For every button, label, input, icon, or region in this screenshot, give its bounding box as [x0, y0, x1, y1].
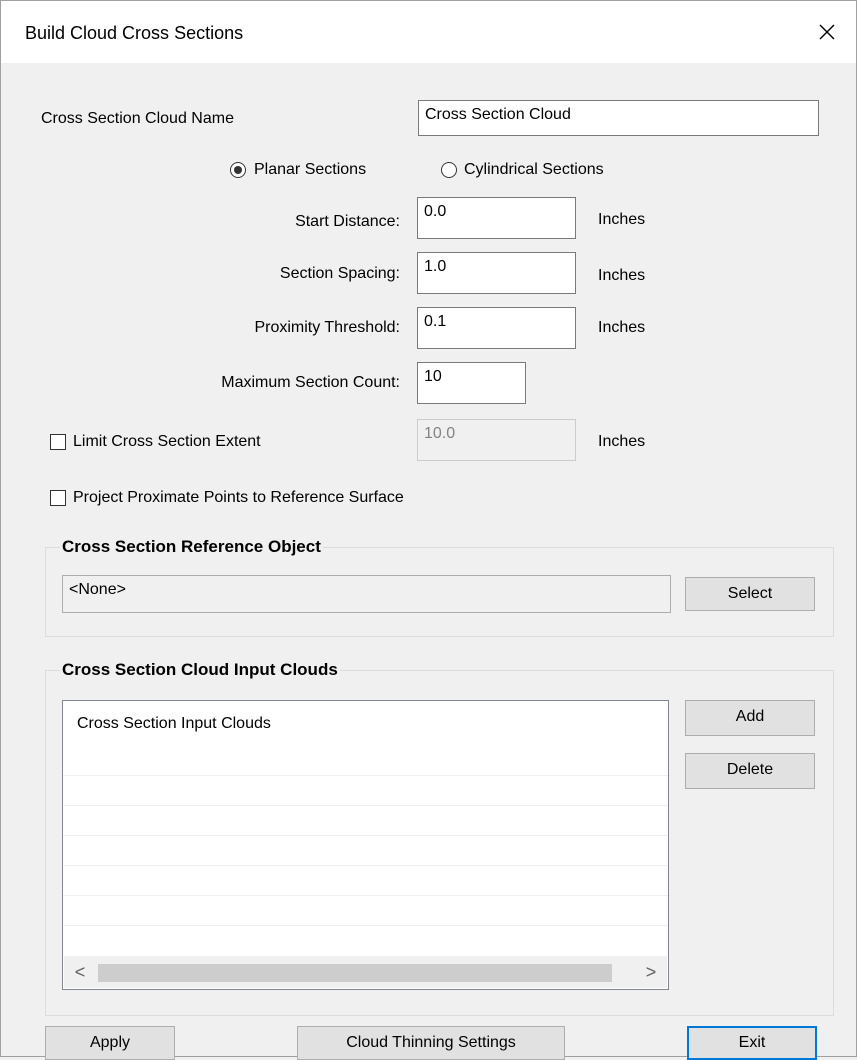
cloud-thinning-settings-button[interactable]: Cloud Thinning Settings — [297, 1026, 565, 1060]
project-points-label[interactable]: Project Proximate Points to Reference Su… — [73, 489, 404, 507]
exit-button[interactable]: Exit — [687, 1026, 817, 1060]
list-row — [63, 805, 668, 806]
delete-button[interactable]: Delete — [685, 753, 815, 789]
apply-button[interactable]: Apply — [45, 1026, 175, 1060]
cylindrical-sections-label[interactable]: Cylindrical Sections — [464, 161, 604, 179]
select-button[interactable]: Select — [685, 577, 815, 611]
list-row — [63, 775, 668, 776]
proximity-threshold-label: Proximity Threshold: — [254, 319, 400, 336]
start-distance-input[interactable]: 0.0 — [417, 197, 576, 239]
reference-object-field: <None> — [62, 575, 671, 613]
cylindrical-sections-radio[interactable] — [441, 162, 457, 178]
horizontal-scrollbar[interactable]: < > — [64, 956, 667, 988]
title-bar: Build Cloud Cross Sections — [1, 1, 856, 63]
window-title: Build Cloud Cross Sections — [25, 23, 244, 43]
proximity-threshold-unit: Inches — [598, 319, 646, 336]
limit-extent-input: 10.0 — [417, 419, 576, 461]
planar-sections-label[interactable]: Planar Sections — [254, 161, 366, 179]
limit-extent-checkbox[interactable] — [50, 434, 66, 450]
add-button[interactable]: Add — [685, 700, 815, 736]
section-spacing-unit: Inches — [598, 267, 646, 284]
close-button[interactable] — [798, 1, 856, 63]
limit-extent-label[interactable]: Limit Cross Section Extent — [73, 433, 261, 451]
list-row — [63, 895, 668, 896]
start-distance-label: Start Distance: — [295, 213, 400, 230]
max-section-count-input[interactable]: 10 — [417, 362, 526, 404]
input-clouds-list[interactable]: Cross Section Input Clouds < > — [62, 700, 669, 990]
list-row — [63, 865, 668, 866]
start-distance-unit: Inches — [598, 211, 646, 228]
cloud-name-input[interactable]: Cross Section Cloud — [418, 100, 819, 136]
input-clouds-title: Cross Section Cloud Input Clouds — [60, 660, 340, 680]
scroll-right-icon[interactable]: > — [639, 960, 663, 984]
scroll-thumb[interactable] — [98, 964, 612, 982]
list-row — [63, 835, 668, 836]
dialog-window: Build Cloud Cross Sections Cross Section… — [0, 0, 857, 1060]
list-row — [63, 925, 668, 926]
cloud-name-label: Cross Section Cloud Name — [41, 110, 234, 127]
radio-selected-dot — [234, 166, 242, 174]
list-header: Cross Section Input Clouds — [77, 715, 271, 732]
planar-sections-radio[interactable] — [230, 162, 246, 178]
limit-extent-unit: Inches — [598, 433, 646, 450]
section-spacing-input[interactable]: 1.0 — [417, 252, 576, 294]
proximity-threshold-input[interactable]: 0.1 — [417, 307, 576, 349]
reference-object-title: Cross Section Reference Object — [60, 537, 323, 557]
project-points-checkbox[interactable] — [50, 490, 66, 506]
max-section-count-label: Maximum Section Count: — [221, 374, 400, 391]
scroll-left-icon[interactable]: < — [68, 960, 92, 984]
section-spacing-label: Section Spacing: — [279, 265, 400, 282]
close-icon — [819, 24, 835, 40]
